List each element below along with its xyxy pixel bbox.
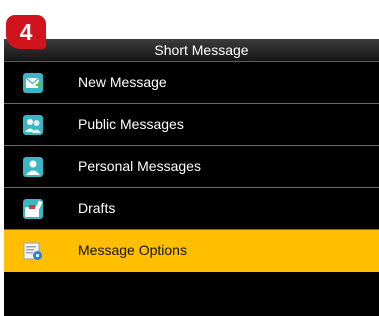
title-bar: Short Message bbox=[4, 39, 379, 62]
message-options-icon bbox=[23, 242, 42, 260]
menu-item-label: Drafts bbox=[78, 200, 116, 216]
menu-item-new-message[interactable]: New Message bbox=[4, 62, 379, 104]
menu-item-label: Public Messages bbox=[78, 116, 184, 132]
menu-item-personal-messages[interactable]: Personal Messages bbox=[4, 146, 379, 188]
new-message-icon bbox=[23, 73, 43, 93]
menu-item-label: New Message bbox=[78, 74, 167, 90]
menu-item-label: Personal Messages bbox=[78, 158, 201, 174]
menu-item-message-options[interactable]: Message Options bbox=[4, 230, 379, 272]
menu-item-drafts[interactable]: Drafts bbox=[4, 188, 379, 230]
public-messages-icon bbox=[23, 115, 43, 135]
step-number-badge: 4 bbox=[6, 15, 46, 49]
page-title: Short Message bbox=[154, 42, 249, 58]
menu-item-public-messages[interactable]: Public Messages bbox=[4, 104, 379, 146]
personal-messages-icon bbox=[23, 157, 43, 177]
menu-list: New Message Public Messages Personal Mes… bbox=[4, 62, 379, 272]
menu-item-label: Message Options bbox=[78, 242, 187, 258]
device-screen: Short Message New Message Public Message… bbox=[4, 39, 379, 316]
drafts-icon bbox=[23, 199, 43, 219]
